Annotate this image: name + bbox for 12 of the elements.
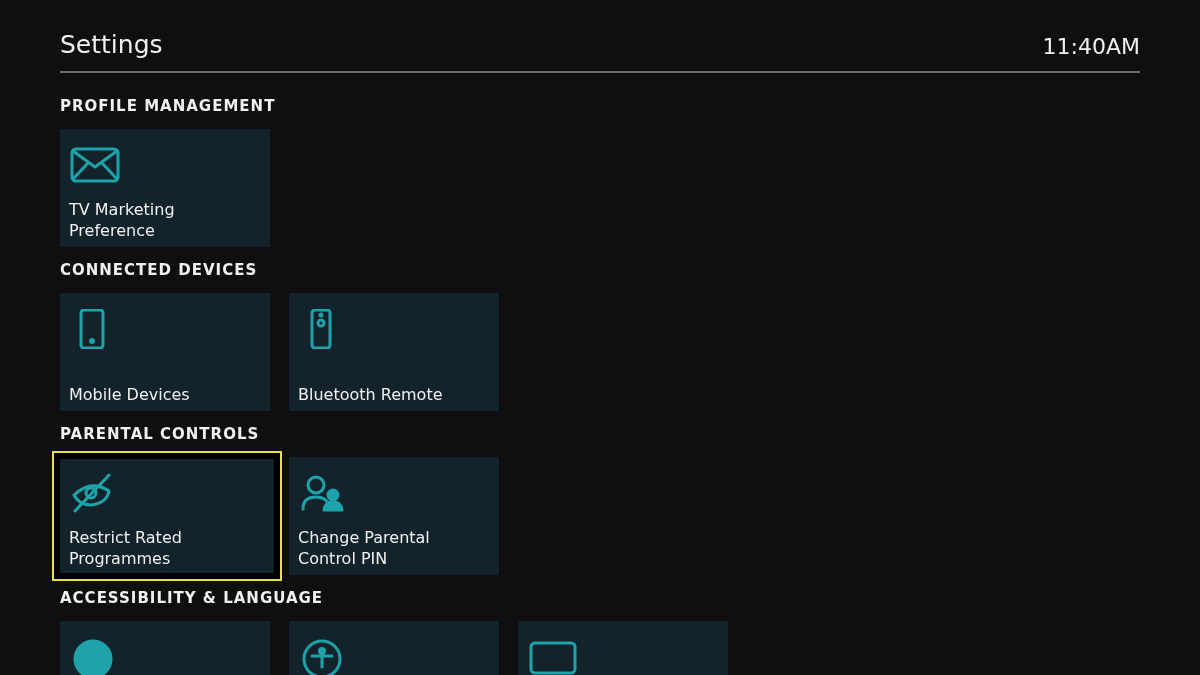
settings-tile[interactable]: Bluetooth Remote [289,293,499,411]
settings-tile[interactable]: Change Parental Control PIN [289,457,499,575]
settings-tile[interactable]: Mobile Devices [60,293,270,411]
section-heading: PARENTAL CONTROLS [60,425,261,443]
page-title: Settings [60,30,163,59]
envelope-icon [69,145,121,185]
settings-tile[interactable]: TV Marketing Preference [60,129,270,247]
settings-tile[interactable]: Restrict Rated Programmes [52,451,282,581]
clock-time: 11:40AM [1042,34,1140,59]
section-heading: CONNECTED DEVICES [60,261,259,279]
section-heading: PROFILE MANAGEMENT [60,97,277,115]
section-heading: ACCESSIBILITY & LANGUAGE [60,589,325,607]
